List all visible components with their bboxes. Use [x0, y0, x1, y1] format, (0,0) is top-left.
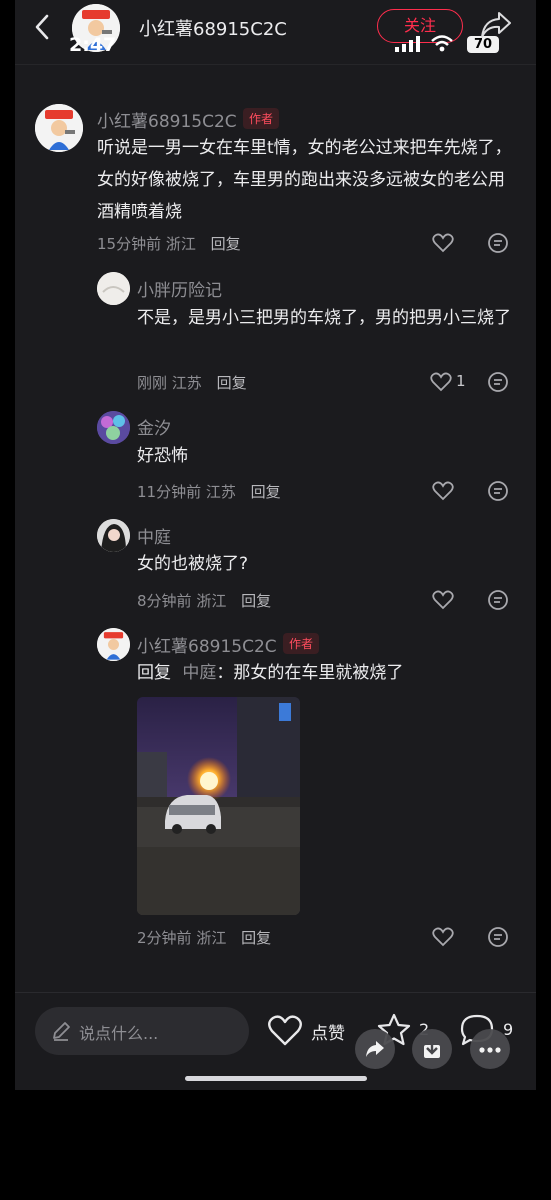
- header-username: 小红薯68915C2C: [139, 19, 287, 40]
- reply-text: 女的也被烧了?: [137, 554, 249, 574]
- comment-time: 15分钟前: [97, 235, 162, 253]
- follow-label: 关注: [403, 16, 436, 35]
- reply-meta: 8分钟前 浙江 回复: [137, 590, 271, 611]
- reply-meta: 2分钟前 浙江 回复: [137, 927, 271, 948]
- reply-text: 回复 中庭：那女的在车里就被烧了: [137, 657, 522, 689]
- header-divider: [15, 64, 536, 65]
- heart-icon[interactable]: [432, 481, 454, 501]
- reply-avatar[interactable]: [97, 519, 130, 552]
- share-icon[interactable]: [479, 10, 513, 40]
- reply-to-user[interactable]: 中庭: [182, 663, 216, 683]
- reply-avatar[interactable]: [97, 272, 130, 305]
- comment-location: 浙江: [165, 235, 196, 253]
- like-label[interactable]: 点赞: [311, 1019, 345, 1044]
- download-button[interactable]: [412, 1029, 452, 1069]
- comment-reply-icon[interactable]: [487, 926, 509, 948]
- like-heart-icon[interactable]: [267, 1015, 303, 1047]
- comment-username[interactable]: 小红薯68915C2C: [97, 107, 237, 132]
- heart-icon[interactable]: [432, 233, 454, 253]
- reply-avatar[interactable]: [97, 411, 130, 444]
- comment-meta: 15分钟前 浙江 回复: [97, 233, 241, 254]
- heart-icon[interactable]: [430, 372, 452, 392]
- bottom-divider: [15, 992, 536, 993]
- reply-time: 刚刚: [137, 374, 168, 392]
- reply-text: 好恐怖: [137, 446, 188, 466]
- comment-reply-icon[interactable]: [487, 589, 509, 611]
- forward-arrow-icon: [364, 1039, 386, 1059]
- comment-text: 听说是一男一女在车里t情，女的老公过来把车先烧了，女的好像被烧了，车里男的跑出来…: [97, 138, 512, 222]
- comment-reply-icon[interactable]: [487, 232, 509, 254]
- reply-location: 江苏: [205, 483, 236, 501]
- signal-icon: [395, 36, 421, 52]
- input-placeholder: 说点什么...: [79, 1024, 159, 1043]
- reply-photo[interactable]: [137, 697, 300, 915]
- back-arrow-icon[interactable]: [33, 14, 51, 40]
- comment-reply-icon[interactable]: [487, 480, 509, 502]
- reply-time: 2分钟前: [137, 929, 192, 947]
- reply-username[interactable]: 小红薯68915C2C: [137, 632, 277, 657]
- pencil-icon: [51, 1021, 71, 1041]
- screen: 2:47 小红薯68915C2C 关注 70 小红薯68915C2C 作者 听说…: [15, 0, 536, 1090]
- reply-time: 8分钟前: [137, 592, 192, 610]
- comment-input[interactable]: 说点什么...: [35, 1007, 249, 1055]
- download-icon: [422, 1038, 442, 1060]
- reply-avatar[interactable]: [97, 628, 130, 661]
- heart-icon[interactable]: [432, 927, 454, 947]
- comment-reply-icon[interactable]: [487, 371, 509, 393]
- comment-avatar[interactable]: [35, 104, 83, 152]
- reply-button[interactable]: 回复: [217, 374, 247, 392]
- reply-button[interactable]: 回复: [241, 929, 271, 947]
- reply-username[interactable]: 中庭: [137, 523, 171, 548]
- reply-button[interactable]: 回复: [211, 235, 241, 253]
- author-badge: 作者: [283, 633, 320, 654]
- reply-location: 江苏: [171, 374, 202, 392]
- reply-button[interactable]: 回复: [241, 592, 271, 610]
- reply-text: 不是，是男小三把男的车烧了，男的把男小三烧了: [137, 308, 511, 328]
- more-button[interactable]: [470, 1029, 510, 1069]
- more-dots-icon: [479, 1047, 501, 1053]
- reply-body: ：那女的在车里就被烧了: [216, 663, 404, 683]
- reply-prefix: 回复: [137, 663, 171, 683]
- reply-meta: 刚刚 江苏 回复: [137, 372, 247, 393]
- status-time: 2:47: [69, 34, 117, 56]
- home-indicator: [185, 1076, 367, 1081]
- reply-location: 浙江: [196, 929, 227, 947]
- reply-location: 浙江: [196, 592, 227, 610]
- reply-username[interactable]: 小胖历险记: [137, 276, 222, 301]
- forward-button[interactable]: [355, 1029, 395, 1069]
- reply-time: 11分钟前: [137, 483, 202, 501]
- reply-username[interactable]: 金汐: [137, 414, 171, 439]
- wifi-icon: [430, 34, 454, 52]
- reply-meta: 11分钟前 江苏 回复: [137, 481, 281, 502]
- reply-button[interactable]: 回复: [251, 483, 281, 501]
- author-badge: 作者: [243, 108, 280, 129]
- heart-icon[interactable]: [432, 590, 454, 610]
- like-count: 1: [456, 372, 466, 390]
